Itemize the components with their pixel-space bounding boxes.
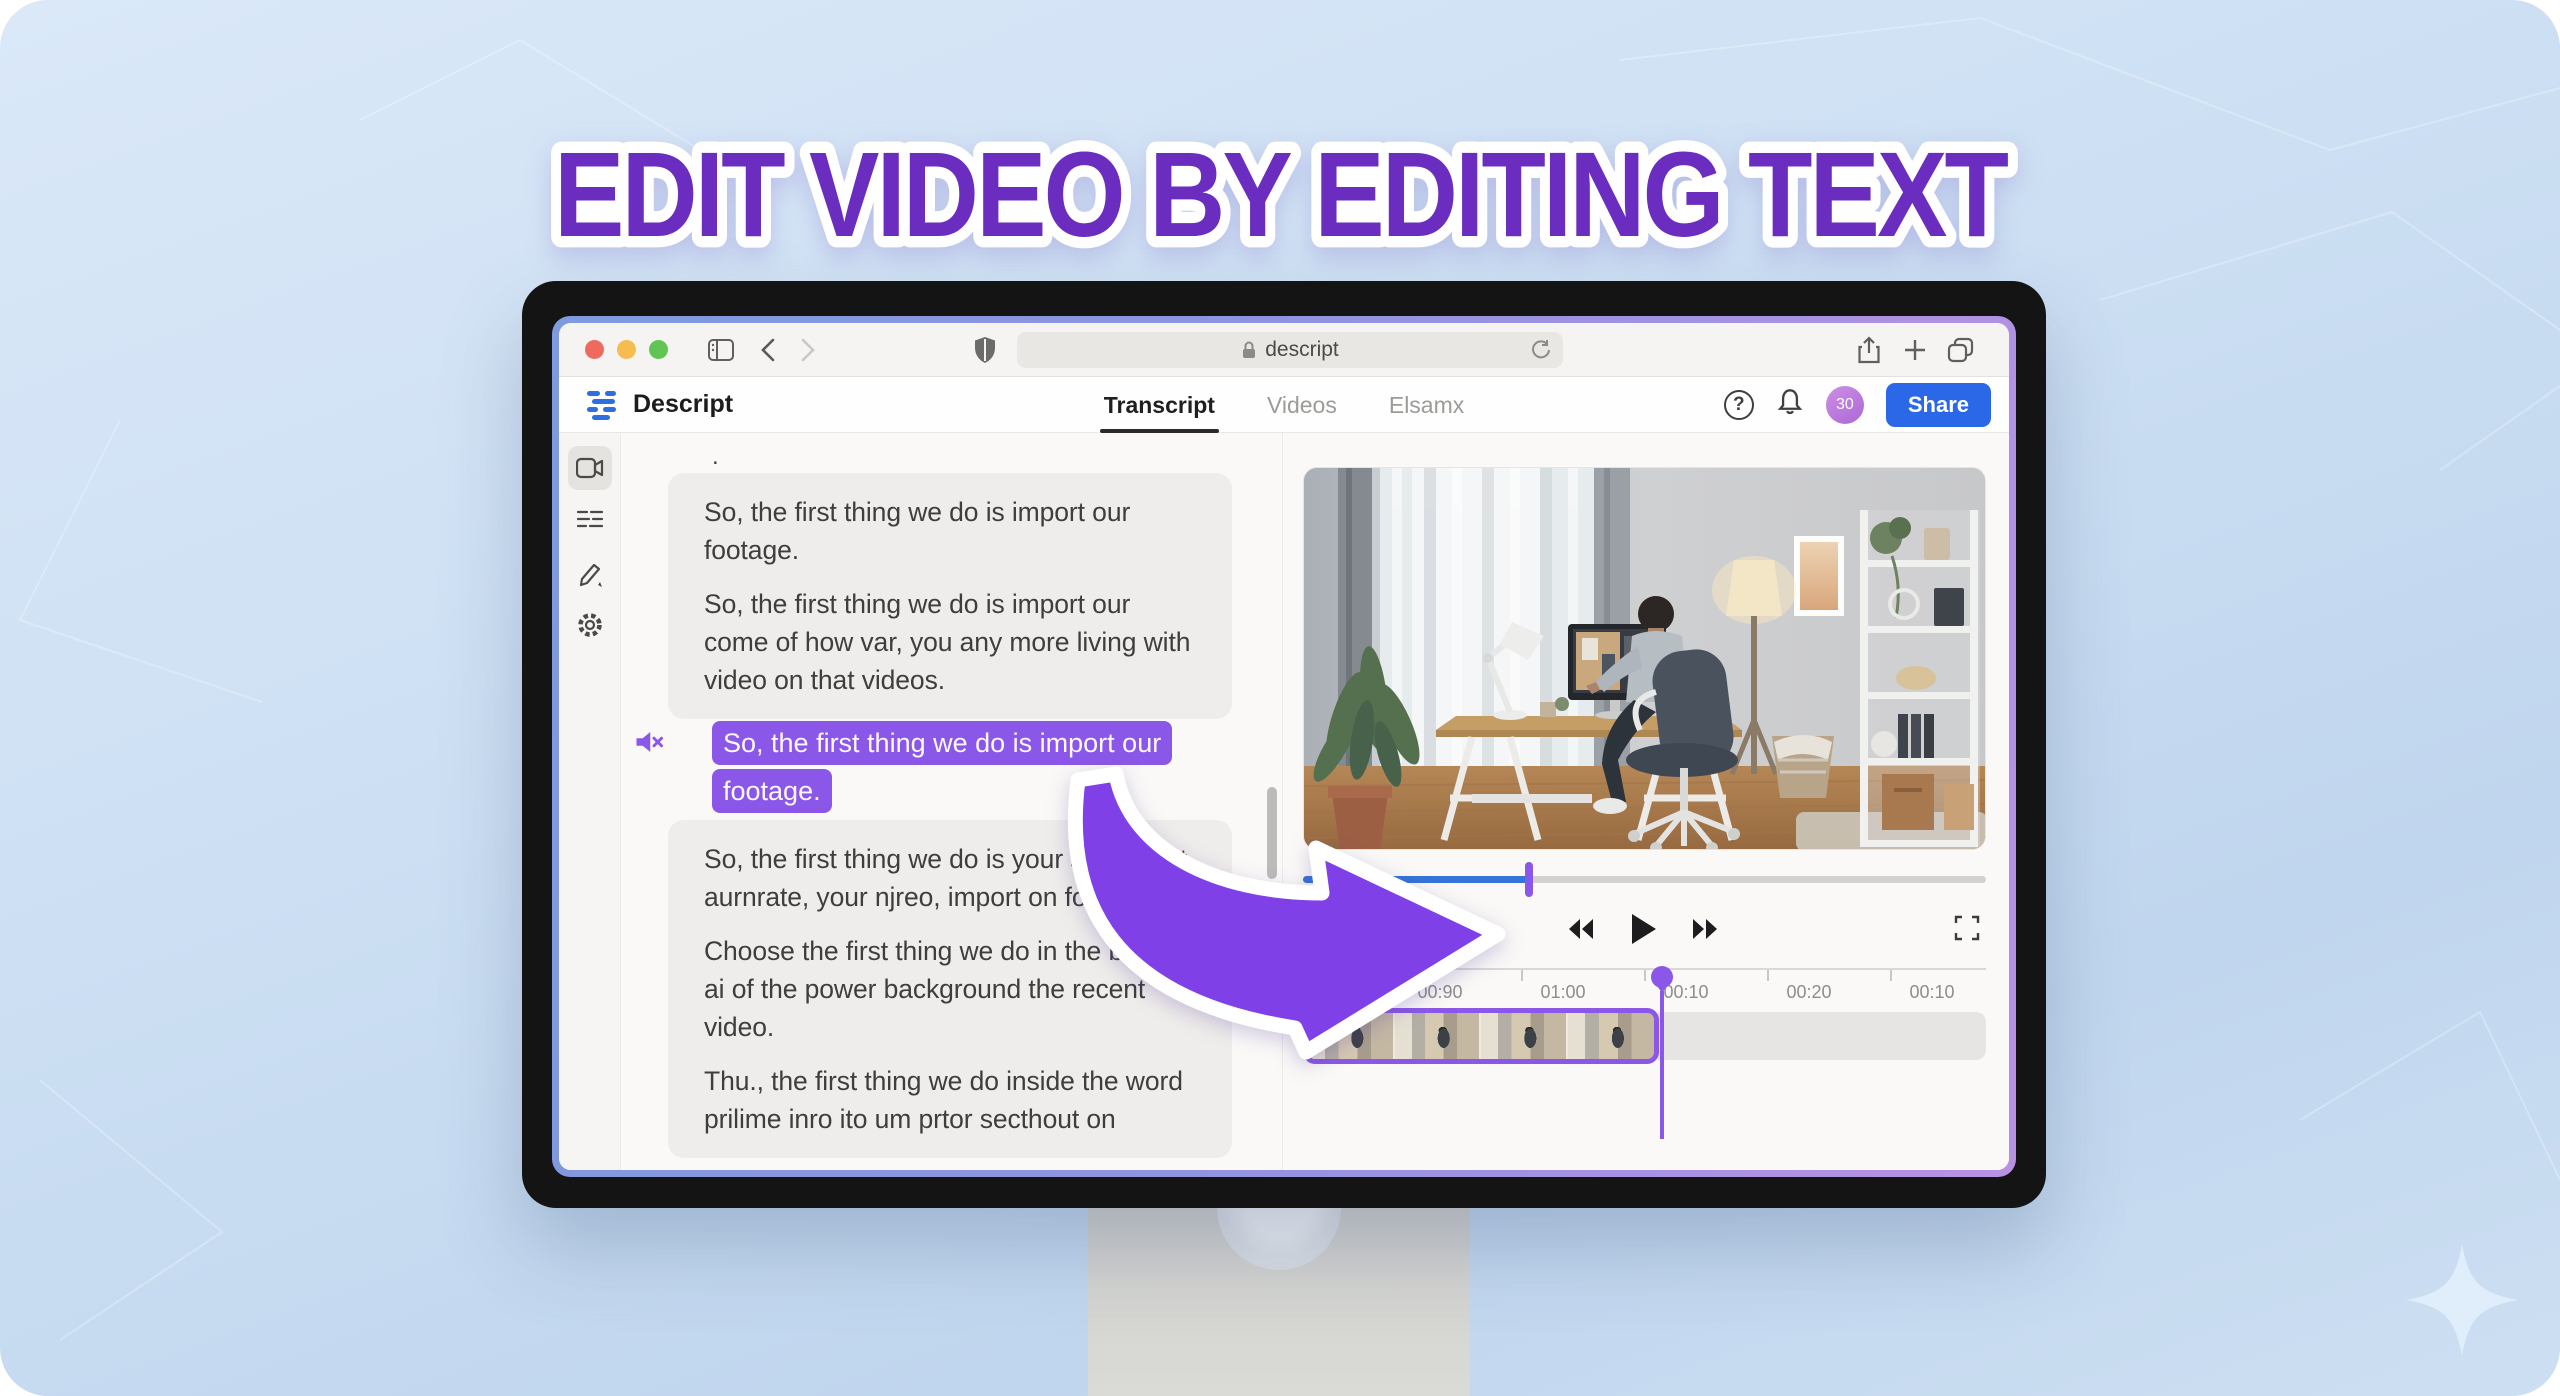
page-title: EDIT VIDEO BY EDITING TEXT (0, 56, 2560, 286)
transcript-card[interactable]: So, the first thing we do is your surge … (668, 820, 1232, 1158)
speaker-mute-icon[interactable] (634, 727, 664, 757)
video-progress-bar[interactable] (1303, 876, 1986, 883)
timeline-ruler[interactable]: 00:90 01:00 00:10 00:20 00:10 (1303, 968, 1986, 1004)
tool-sidebar (559, 433, 621, 1170)
fullscreen-button[interactable] (1954, 915, 1980, 946)
video-frame-image (1304, 468, 1986, 850)
minimize-window-button[interactable] (617, 340, 636, 359)
tab-elsamx[interactable]: Elsamx (1389, 377, 1464, 433)
browser-toolbar: descript (559, 323, 2009, 377)
play-button[interactable] (1623, 909, 1663, 949)
browser-window-gradient-border: descript (552, 316, 2016, 1177)
lock-icon (1241, 340, 1257, 360)
avatar[interactable]: 30 (1826, 386, 1864, 424)
transcript-paragraph[interactable]: So, the first thing we do is your surge … (704, 840, 1196, 916)
tab-transcript[interactable]: Transcript (1104, 377, 1215, 433)
help-icon: ? (1733, 394, 1745, 416)
privacy-shield-icon[interactable] (973, 336, 997, 364)
transcript-paragraph[interactable]: Thu., the first thing we do inside the w… (704, 1062, 1196, 1138)
player-panel: 00:90 01:00 00:10 00:20 00:10 (1283, 433, 2009, 1170)
rewind-button[interactable] (1561, 909, 1601, 949)
transcript-paragraph[interactable]: Choose the first thing we do in the brmo… (704, 932, 1196, 1046)
highlighted-transcript-row: So, the first thing we do is import our … (621, 719, 1283, 815)
avatar-label: 30 (1836, 396, 1854, 414)
timeline-playhead[interactable] (1651, 966, 1673, 1139)
transcript-card[interactable]: So, the first thing we do is import our … (668, 473, 1232, 719)
forward-button[interactable] (798, 337, 818, 363)
play-icon (1628, 912, 1658, 946)
browser-window: descript (559, 323, 2009, 1170)
transport-controls (1303, 907, 1986, 951)
tab-overview-icon[interactable] (1947, 337, 1975, 363)
monitor-frame: descript (522, 281, 2046, 1208)
sparkle-decoration (2402, 1240, 2522, 1360)
basket (1772, 735, 1834, 798)
transcript-panel: . So, the first thing we do is import ou… (621, 433, 1283, 1170)
video-clip[interactable] (1303, 1008, 1659, 1064)
settings-gear-icon[interactable] (568, 603, 612, 647)
highlighted-transcript-text[interactable]: So, the first thing we do is import our … (712, 721, 1172, 813)
fast-forward-button[interactable] (1685, 909, 1725, 949)
monitor-stand (1088, 1208, 1470, 1396)
share-button[interactable]: Share (1886, 383, 1991, 427)
url-text: descript (1265, 338, 1339, 362)
framed-picture (1794, 536, 1844, 616)
timeline-label: 01:00 (1523, 982, 1603, 1003)
app-header: Descript Transcript Videos Elsamx ? (559, 377, 2009, 433)
empty-track[interactable] (1658, 1012, 1986, 1060)
fast-forward-icon (1690, 916, 1720, 942)
clip-thumbnail (1395, 1013, 1482, 1059)
transcript-scrollbar[interactable] (1267, 787, 1277, 879)
progress-fill (1303, 876, 1530, 883)
address-bar[interactable]: descript (1017, 332, 1563, 368)
timeline-label: 00:10 (1892, 982, 1972, 1003)
video-preview[interactable] (1303, 467, 1986, 850)
sidebar-toggle-icon[interactable] (708, 339, 734, 361)
transcript-paragraph[interactable]: So, the first thing we do is import our … (704, 493, 1196, 569)
clip-thumbnail (1568, 1013, 1655, 1059)
close-window-button[interactable] (585, 340, 604, 359)
transcript-paragraph[interactable]: So, the first thing we do is import our … (704, 585, 1196, 699)
fullscreen-icon (1954, 915, 1980, 941)
clip-thumbnail (1308, 1013, 1395, 1059)
app-content: . So, the first thing we do is import ou… (559, 433, 2009, 1170)
notifications-button[interactable] (1776, 388, 1804, 423)
help-button[interactable]: ? (1724, 390, 1754, 420)
shelf-unit (1860, 510, 1980, 847)
clip-thumbnail (1481, 1013, 1568, 1059)
zoom-window-button[interactable] (649, 340, 668, 359)
new-tab-icon[interactable] (1903, 338, 1927, 362)
progress-playhead[interactable] (1525, 862, 1533, 897)
back-button[interactable] (758, 337, 778, 363)
headline-text: EDIT VIDEO BY EDITING TEXT (554, 128, 2009, 263)
tab-videos[interactable]: Videos (1267, 377, 1337, 433)
timeline-track (1303, 1008, 1986, 1064)
timeline-label: 00:90 (1400, 982, 1480, 1003)
rewind-icon (1566, 916, 1596, 942)
reload-icon[interactable] (1529, 338, 1553, 368)
video-camera-icon[interactable] (568, 446, 612, 490)
transcript-list-icon[interactable] (568, 498, 612, 542)
pencil-edit-icon[interactable] (568, 553, 612, 597)
share-page-icon[interactable] (1857, 336, 1881, 364)
scrolled-text-fragment: . (712, 443, 719, 471)
page-background: EDIT VIDEO BY EDITING TEXT (0, 0, 2560, 1396)
bell-icon (1776, 388, 1804, 418)
timeline-label: 00:20 (1769, 982, 1849, 1003)
